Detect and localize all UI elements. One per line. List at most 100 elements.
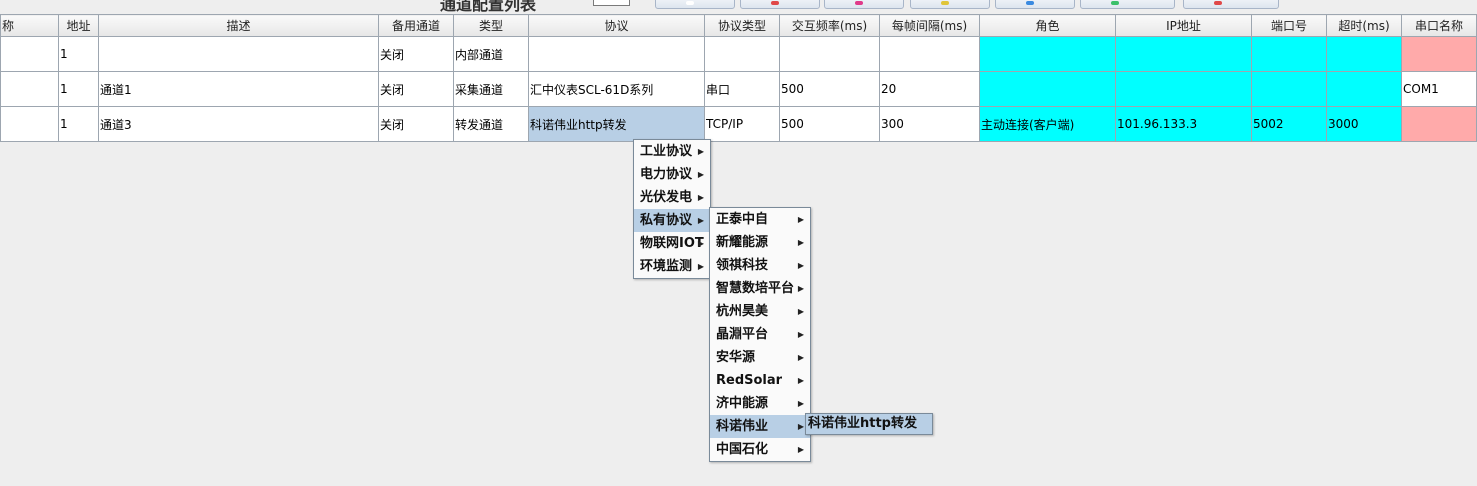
cell-ip-col[interactable] — [1115, 71, 1252, 107]
protocol-menu-item[interactable]: 科诺伟业http转发 — [806, 414, 932, 434]
header-timeout-col[interactable]: 超时(ms) — [1326, 14, 1402, 37]
table-row[interactable]: 1 通道1 关闭 采集通道 汇中仪表SCL-61D系列 串口 500 20 COM1 — [0, 71, 1477, 107]
header-port-col[interactable]: 端口号 — [1251, 14, 1327, 37]
vendor-menu-item-label: 领祺科技 — [716, 258, 769, 273]
cell-port-col[interactable]: 5002 — [1251, 106, 1327, 142]
cell-ip-col[interactable] — [1115, 36, 1252, 72]
cell-backup-channel-col[interactable]: 关闭 — [378, 106, 454, 142]
cell-role-col[interactable] — [979, 36, 1116, 72]
vendor-menu-item[interactable]: 科诺伟业 ▶ — [710, 415, 810, 438]
header-interval-col[interactable]: 交互频率(ms) — [779, 14, 880, 37]
cell-frame-gap-col[interactable]: 300 — [879, 106, 980, 142]
vendor-menu-item[interactable]: 智慧数培平台 ▶ — [710, 277, 810, 300]
cell-role-col[interactable] — [979, 71, 1116, 107]
toolbar-button-7[interactable] — [1183, 0, 1279, 9]
cell-frame-gap-col[interactable]: 20 — [879, 71, 980, 107]
category-menu-item[interactable]: 电力协议 ▶ — [634, 163, 710, 186]
header-type-col[interactable]: 类型 — [453, 14, 529, 37]
cell-backup-channel-col[interactable]: 关闭 — [378, 71, 454, 107]
vendor-menu-item[interactable]: 中国石化 ▶ — [710, 438, 810, 461]
header-backup-channel-col[interactable]: 备用通道 — [378, 14, 454, 37]
table-row[interactable]: 1 通道3 关闭 转发通道 科诺伟业http转发 TCP/IP 500 300 主动连接(客户端… — [0, 106, 1477, 142]
header-serial-col[interactable]: 串口名称 — [1401, 14, 1477, 37]
cell-protocol-col[interactable] — [528, 36, 705, 72]
vendor-menu-item[interactable]: RedSolar ▶ — [710, 369, 810, 392]
cell-serial-col[interactable] — [1401, 106, 1477, 142]
cell-serial-col[interactable]: COM1 — [1401, 71, 1477, 107]
cell-protocol-type-col[interactable]: 串口 — [704, 71, 780, 107]
vendor-menu-item[interactable]: 杭州昊美 ▶ — [710, 300, 810, 323]
cell-type-col[interactable]: 转发通道 — [453, 106, 529, 142]
cell-address-col[interactable]: 1 — [58, 36, 99, 72]
cell-role-col[interactable]: 主动连接(客户端) — [979, 106, 1116, 142]
header-ip-col[interactable]: IP地址 — [1115, 14, 1252, 37]
cell-timeout-col[interactable] — [1326, 36, 1402, 72]
vendor-menu-item-label: 安华源 — [716, 350, 756, 365]
chevron-right-icon: ▶ — [697, 239, 704, 248]
vendor-menu-item[interactable]: 新耀能源 ▶ — [710, 231, 810, 254]
cell-timeout-col[interactable] — [1326, 71, 1402, 107]
header-frame-gap-col[interactable]: 每帧间隔(ms) — [879, 14, 980, 37]
cell-description-col[interactable] — [98, 36, 379, 72]
cell-ip-col[interactable]: 101.96.133.3 — [1115, 106, 1252, 142]
vendor-menu-item[interactable]: 领祺科技 ▶ — [710, 254, 810, 277]
cell-frame-gap-col[interactable] — [879, 36, 980, 72]
category-menu-item[interactable]: 工业协议 ▶ — [634, 140, 710, 163]
cell-description-col[interactable]: 通道1 — [98, 71, 379, 107]
toolbar-button-4-icon — [941, 1, 949, 5]
toolbar-button-6[interactable] — [1080, 0, 1175, 9]
cell-protocol-type-col[interactable]: TCP/IP — [704, 106, 780, 142]
header-address-col[interactable]: 地址 — [58, 14, 99, 37]
toolbar: 通道配置列表 — [0, 0, 1477, 14]
toolbar-button-4[interactable] — [910, 0, 990, 9]
chevron-right-icon: ▶ — [697, 193, 704, 202]
toolbar-button-2[interactable] — [740, 0, 820, 9]
channel-table: 称地址 描述 备用通道 类型 协议 协议类型 交互频率(ms) 每帧间隔(ms) 角色 IP地址端… — [0, 14, 1477, 142]
category-menu-item[interactable]: 环境监测 ▶ — [634, 255, 710, 278]
cell-name-col[interactable] — [0, 36, 59, 72]
cell-name-col[interactable] — [0, 106, 59, 142]
category-menu-item[interactable]: 私有协议 ▶ — [634, 209, 710, 232]
cell-interval-col[interactable]: 500 — [779, 71, 880, 107]
header-name-col[interactable]: 称 — [0, 14, 59, 37]
cell-timeout-col[interactable]: 3000 — [1326, 106, 1402, 142]
cell-interval-col[interactable] — [779, 36, 880, 72]
vendor-menu-item[interactable]: 晶淵平台 ▶ — [710, 323, 810, 346]
header-role-col[interactable]: 角色 — [979, 14, 1116, 37]
cell-type-col[interactable]: 采集通道 — [453, 71, 529, 107]
vendor-menu-item-label: 正泰中自 — [716, 212, 769, 227]
toolbar-button-3[interactable] — [824, 0, 904, 9]
category-menu-item[interactable]: 物联网IOT ▶ — [634, 232, 710, 255]
vendor-menu-item[interactable]: 济中能源 ▶ — [710, 392, 810, 415]
toolbar-button-5[interactable] — [995, 0, 1075, 9]
vendor-menu-item[interactable]: 安华源 ▶ — [710, 346, 810, 369]
cell-backup-channel-col[interactable]: 关闭 — [378, 36, 454, 72]
header-description-col[interactable]: 描述 — [98, 14, 379, 37]
cell-port-col[interactable] — [1251, 36, 1327, 72]
cell-port-col[interactable] — [1251, 71, 1327, 107]
toolbar-button-3-icon — [855, 1, 863, 5]
cell-address-col[interactable]: 1 — [58, 106, 99, 142]
cell-protocol-col[interactable]: 科诺伟业http转发 — [528, 106, 705, 142]
header-protocol-type-col[interactable]: 协议类型 — [704, 14, 780, 37]
toolbar-button-2-icon — [771, 1, 779, 5]
vendor-menu-item-label: RedSolar — [716, 373, 783, 388]
category-menu-item[interactable]: 光伏发电 ▶ — [634, 186, 710, 209]
cell-description-col[interactable]: 通道3 — [98, 106, 379, 142]
toolbar-button-1[interactable] — [655, 0, 735, 9]
vendor-menu-item-label: 杭州昊美 — [716, 304, 769, 319]
cell-type-col[interactable]: 内部通道 — [453, 36, 529, 72]
cell-interval-col[interactable]: 500 — [779, 106, 880, 142]
header-protocol-col[interactable]: 协议 — [528, 14, 705, 37]
cell-serial-col[interactable] — [1401, 36, 1477, 72]
table-row[interactable]: 1 关闭 内部通道 — [0, 36, 1477, 72]
cell-address-col[interactable]: 1 — [58, 71, 99, 107]
vendor-menu-item[interactable]: 正泰中自 ▶ — [710, 208, 810, 231]
vendor-menu-item-label: 科诺伟业 — [716, 419, 769, 434]
cell-protocol-col[interactable]: 汇中仪表SCL-61D系列 — [528, 71, 705, 107]
cell-protocol-type-col[interactable] — [704, 36, 780, 72]
toolbar-input[interactable] — [593, 0, 630, 6]
chevron-right-icon: ▶ — [797, 399, 804, 408]
cell-name-col[interactable] — [0, 71, 59, 107]
chevron-right-icon: ▶ — [797, 307, 804, 316]
